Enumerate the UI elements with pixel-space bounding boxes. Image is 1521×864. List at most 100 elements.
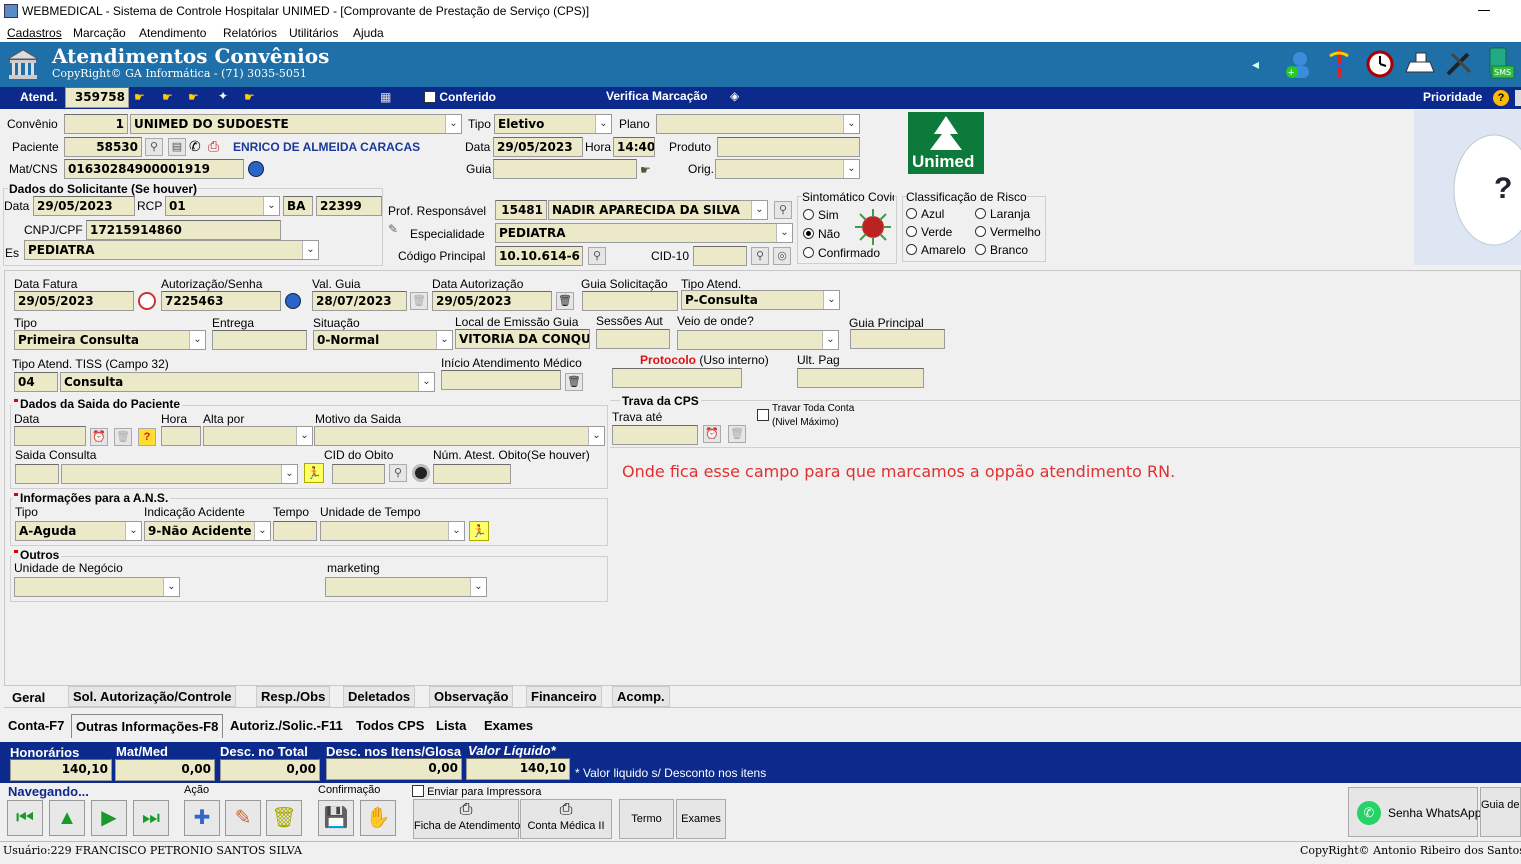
clock-icon[interactable] bbox=[1366, 50, 1394, 78]
guia-principal-field[interactable] bbox=[850, 329, 945, 349]
guia-pointer-icon[interactable]: ☛ bbox=[640, 163, 651, 177]
cid-target-icon[interactable]: ◎ bbox=[773, 247, 791, 265]
risco-azul[interactable]: Azul bbox=[906, 207, 944, 221]
tiss-code-field[interactable]: 04 bbox=[14, 372, 58, 392]
hora-field[interactable]: 14:40 bbox=[613, 137, 655, 157]
sintomatico-confirmado[interactable]: Confirmado bbox=[803, 246, 880, 260]
tab-lista[interactable]: Lista bbox=[432, 716, 470, 735]
scanner-icon[interactable] bbox=[1404, 50, 1436, 78]
tab-financeiro[interactable]: Financeiro bbox=[526, 686, 602, 707]
plano-select[interactable]: ⌄ bbox=[656, 114, 860, 134]
side-scroll[interactable] bbox=[1515, 90, 1521, 106]
cid-field[interactable] bbox=[693, 246, 747, 266]
codigo-binoculars-icon[interactable]: ⚲ bbox=[588, 247, 606, 265]
menu-cadastros[interactable]: Cadastros bbox=[7, 26, 62, 40]
local-field[interactable]: VITORIA DA CONQUI bbox=[455, 329, 590, 349]
add-user-icon[interactable]: + bbox=[1284, 50, 1312, 80]
motivo-select[interactable]: ⌄ bbox=[314, 426, 605, 446]
paciente-code[interactable]: 58530 bbox=[64, 137, 142, 157]
unidade-tempo-select[interactable]: ⌄ bbox=[320, 521, 465, 541]
minimize-icon[interactable] bbox=[1478, 10, 1490, 11]
guia-field[interactable] bbox=[493, 159, 637, 179]
prof-binoculars-icon[interactable]: ⚲ bbox=[774, 201, 792, 219]
last-record-button[interactable]: ⏭ bbox=[133, 800, 169, 836]
uf-field[interactable]: BA bbox=[283, 196, 313, 216]
document-icon[interactable]: ▤ bbox=[168, 138, 186, 156]
produto-field[interactable] bbox=[717, 137, 860, 157]
data-field[interactable]: 29/05/2023 bbox=[493, 137, 583, 157]
tab-sol-autorizacao[interactable]: Sol. Autorização/Controle bbox=[68, 686, 237, 707]
termo-button[interactable]: Termo bbox=[619, 799, 674, 839]
delete-button[interactable]: 🗑 bbox=[266, 800, 302, 836]
risco-vermelho[interactable]: Vermelho bbox=[975, 225, 1041, 239]
print-icon[interactable]: ⎙ bbox=[208, 138, 219, 155]
sintomatico-sim[interactable]: Sim bbox=[803, 208, 839, 222]
saida-hora-field[interactable] bbox=[161, 426, 201, 446]
whatsapp-button[interactable]: ✆ Senha WhatsApp bbox=[1348, 787, 1481, 837]
binoculars-icon[interactable]: ⚲ bbox=[145, 138, 163, 156]
pointer-icon-2[interactable]: ☛ bbox=[162, 90, 173, 104]
first-record-button[interactable]: ⏮ bbox=[7, 800, 43, 836]
autorizacao-field[interactable]: 7225463 bbox=[161, 291, 281, 311]
cancel-button[interactable]: ✋ bbox=[360, 800, 396, 836]
sol-data-field[interactable]: 29/05/2023 bbox=[33, 196, 135, 216]
record-icon[interactable] bbox=[412, 464, 430, 482]
guia-sol-field[interactable] bbox=[582, 291, 678, 311]
verifica-icon[interactable]: ◈ bbox=[730, 89, 739, 103]
tab-exames[interactable]: Exames bbox=[480, 716, 537, 735]
tab-conta[interactable]: Conta-F7 bbox=[4, 716, 68, 735]
marketing-select[interactable]: ⌄ bbox=[325, 577, 487, 597]
edit-button[interactable]: ✎ bbox=[225, 800, 261, 836]
save-button[interactable]: 💾 bbox=[318, 800, 354, 836]
tiss-select[interactable]: Consulta ⌄ bbox=[60, 372, 435, 392]
tools-icon[interactable] bbox=[1444, 50, 1474, 78]
pencil-icon[interactable]: ✎ bbox=[388, 222, 398, 236]
prof-code[interactable]: 15481 bbox=[495, 200, 547, 220]
inicio-trash-icon[interactable]: 🗑 bbox=[565, 373, 583, 391]
inicio-field[interactable] bbox=[441, 370, 561, 390]
run-icon-1[interactable]: 🏃 bbox=[304, 463, 324, 483]
exames-button[interactable]: Exames bbox=[676, 799, 726, 839]
data-fatura-field[interactable]: 29/05/2023 bbox=[14, 291, 134, 311]
cid-obito-binoculars-icon[interactable]: ⚲ bbox=[389, 464, 407, 482]
convenio-code[interactable]: 1 bbox=[64, 114, 128, 134]
travar-toda-checkbox[interactable] bbox=[757, 409, 769, 421]
mat-field[interactable]: 01630284900001919 bbox=[64, 159, 244, 179]
tipo2-select[interactable]: Primeira Consulta ⌄ bbox=[14, 330, 206, 350]
saida-alarm-icon[interactable]: ⏰ bbox=[90, 428, 108, 446]
trava-trash-icon[interactable]: 🗑 bbox=[728, 425, 746, 443]
atend-number[interactable]: 359758 bbox=[65, 87, 129, 108]
protocolo-field[interactable] bbox=[612, 368, 742, 388]
conta-medica-button[interactable]: ⎙ Conta Médica II bbox=[520, 799, 612, 839]
negocio-select[interactable]: ⌄ bbox=[14, 577, 180, 597]
saida-data-field[interactable] bbox=[14, 426, 86, 446]
guia-autorizacao-button[interactable]: Guia de Autoriza bbox=[1480, 787, 1521, 837]
orig-select[interactable]: ⌄ bbox=[715, 159, 860, 179]
codigo-field[interactable]: 10.10.614-6 bbox=[495, 246, 583, 266]
tab-resp-obs[interactable]: Resp./Obs bbox=[256, 686, 331, 707]
ult-field[interactable] bbox=[797, 368, 924, 388]
risco-verde[interactable]: Verde bbox=[906, 225, 952, 239]
sessoes-field[interactable] bbox=[596, 329, 670, 349]
menu-utilitarios[interactable]: Utilitários bbox=[289, 26, 338, 40]
figure-icon[interactable]: ✦ bbox=[218, 89, 228, 103]
next-record-button[interactable]: ▶ bbox=[91, 800, 127, 836]
tab-deletados[interactable]: Deletados bbox=[343, 686, 416, 707]
scan-icon[interactable]: ✆ bbox=[189, 138, 201, 155]
pointer-icon-1[interactable]: ☛ bbox=[134, 90, 145, 104]
risco-branco[interactable]: Branco bbox=[975, 243, 1028, 257]
saida-help-icon[interactable]: ? bbox=[138, 428, 156, 446]
prof-select[interactable]: NADIR APARECIDA DA SILVA ⌄ bbox=[548, 200, 768, 220]
entrega-field[interactable] bbox=[212, 330, 307, 350]
trava-ate-field[interactable] bbox=[612, 425, 698, 445]
menu-atendimento[interactable]: Atendimento bbox=[139, 26, 206, 40]
convenio-select[interactable]: UNIMED DO SUDOESTE ⌄ bbox=[130, 114, 462, 134]
globe-icon[interactable] bbox=[248, 161, 264, 177]
tab-todos-cps[interactable]: Todos CPS bbox=[352, 716, 428, 735]
cid-obito-field[interactable] bbox=[332, 464, 385, 484]
alarm-icon[interactable] bbox=[138, 292, 156, 310]
imprimir-checkbox-wrap[interactable]: Enviar para Impressora bbox=[412, 785, 541, 798]
tab-autoriz-solic[interactable]: Autoriz./Solic.-F11 bbox=[226, 716, 347, 735]
help-icon[interactable]: ? bbox=[1493, 90, 1509, 106]
ans-tipo-select[interactable]: A-Aguda ⌄ bbox=[15, 521, 142, 541]
